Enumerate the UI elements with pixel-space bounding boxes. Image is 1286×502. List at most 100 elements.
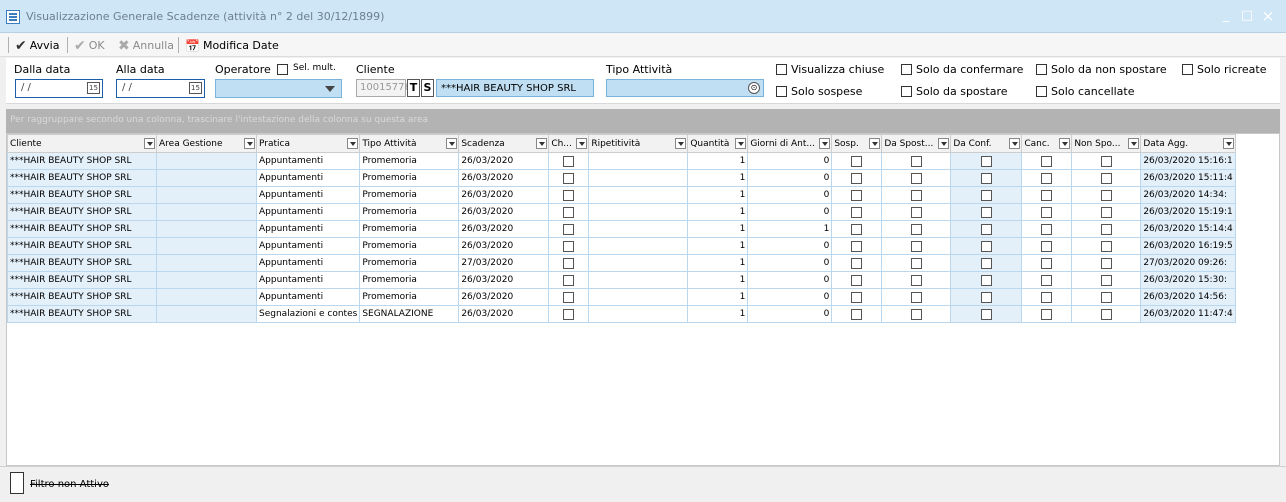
dalla-data-input[interactable]: / / 15: [15, 79, 103, 98]
table-cell-checkbox[interactable]: [548, 152, 590, 170]
table-cell[interactable]: [588, 254, 689, 272]
table-cell-checkbox[interactable]: [1021, 152, 1073, 170]
table-cell[interactable]: 1: [687, 220, 749, 238]
checkbox[interactable]: [563, 189, 575, 201]
chevron-down-icon[interactable]: [819, 138, 831, 149]
table-cell-checkbox[interactable]: [881, 186, 952, 204]
solo-sospese-checkbox[interactable]: [776, 86, 787, 97]
checkbox[interactable]: [910, 291, 922, 303]
table-cell[interactable]: [156, 254, 257, 272]
column-header[interactable]: Canc.: [1021, 134, 1073, 153]
chevron-down-icon[interactable]: [536, 138, 548, 149]
checkbox[interactable]: [563, 240, 575, 252]
table-cell[interactable]: Appuntamenti: [255, 220, 361, 238]
table-cell-checkbox[interactable]: [831, 237, 883, 255]
solo-da-non-spostare-option[interactable]: Solo da non spostare: [1036, 63, 1167, 76]
checkbox[interactable]: [910, 240, 922, 252]
table-row[interactable]: ***HAIR BEAUTY SHOP SRL Segnalazioni e co…: [7, 305, 1236, 323]
column-header[interactable]: Area Gestione: [156, 134, 257, 153]
table-cell-checkbox[interactable]: [548, 288, 590, 306]
table-cell[interactable]: 1: [687, 186, 749, 204]
checkbox[interactable]: [910, 155, 922, 167]
table-cell-checkbox[interactable]: [950, 271, 1023, 289]
operatore-select[interactable]: [215, 79, 342, 98]
checkbox[interactable]: [1041, 308, 1053, 320]
alla-data-input[interactable]: / / 15: [116, 79, 205, 98]
table-row[interactable]: ***HAIR BEAUTY SHOP SRL Appuntamenti Prome…: [7, 152, 1236, 170]
checkbox[interactable]: [980, 189, 992, 201]
solo-ricreate-checkbox[interactable]: [1182, 64, 1193, 75]
checkbox[interactable]: [1100, 172, 1112, 184]
solo-ricreate-option[interactable]: Solo ricreate: [1182, 63, 1267, 76]
table-row[interactable]: ***HAIR BEAUTY SHOP SRL Appuntamenti Prome…: [7, 254, 1236, 272]
table-cell-checkbox[interactable]: [1071, 152, 1142, 170]
checkbox[interactable]: [1041, 223, 1053, 235]
checkbox[interactable]: [851, 308, 863, 320]
chevron-down-icon[interactable]: [244, 138, 255, 149]
table-cell-checkbox[interactable]: [950, 220, 1023, 238]
checkbox[interactable]: [910, 257, 922, 269]
table-cell[interactable]: Promemoria: [359, 220, 460, 238]
cliente-code-field[interactable]: 10015776: [356, 79, 411, 97]
table-row[interactable]: ***HAIR BEAUTY SHOP SRL Appuntamenti Prome…: [7, 288, 1236, 306]
maximize-button[interactable]: □: [1239, 8, 1255, 24]
table-cell-checkbox[interactable]: [1071, 237, 1142, 255]
table-cell[interactable]: Appuntamenti: [255, 288, 361, 306]
column-header[interactable]: Cliente: [7, 134, 157, 153]
table-cell[interactable]: Appuntamenti: [255, 152, 361, 170]
table-cell[interactable]: 0: [747, 288, 833, 306]
table-row[interactable]: ***HAIR BEAUTY SHOP SRL Appuntamenti Prome…: [7, 186, 1236, 204]
table-cell[interactable]: 0: [747, 186, 833, 204]
table-cell[interactable]: 26/03/2020: [458, 203, 550, 221]
column-header[interactable]: Pratica: [255, 134, 361, 153]
table-cell[interactable]: Promemoria: [359, 186, 460, 204]
table-cell[interactable]: 26/03/2020 15:14:4: [1140, 220, 1236, 238]
table-cell[interactable]: 27/03/2020 09:26:: [1140, 254, 1236, 272]
table-cell[interactable]: 0: [747, 203, 833, 221]
avvia-button[interactable]: ✔ Avvia: [15, 37, 59, 54]
table-cell[interactable]: [156, 271, 257, 289]
table-cell[interactable]: 26/03/2020: [458, 220, 550, 238]
column-header[interactable]: Da Conf.: [950, 134, 1023, 153]
table-cell[interactable]: [156, 186, 257, 204]
chevron-down-icon[interactable]: [1128, 138, 1140, 149]
checkbox[interactable]: [851, 240, 863, 252]
table-cell-checkbox[interactable]: [548, 271, 590, 289]
checkbox[interactable]: [851, 274, 863, 286]
sel-mult-checkbox[interactable]: [277, 64, 288, 75]
checkbox[interactable]: [1100, 274, 1112, 286]
table-cell-checkbox[interactable]: [881, 305, 952, 323]
checkbox[interactable]: [563, 206, 575, 218]
table-cell-checkbox[interactable]: [1021, 288, 1073, 306]
table-cell[interactable]: 26/03/2020: [458, 305, 550, 323]
table-cell-checkbox[interactable]: [548, 305, 590, 323]
modifica-date-button[interactable]: 📅 Modifica Date: [185, 37, 279, 54]
table-cell[interactable]: 26/03/2020: [458, 271, 550, 289]
table-cell-checkbox[interactable]: [831, 186, 883, 204]
checkbox[interactable]: [1100, 308, 1112, 320]
table-cell[interactable]: [588, 305, 689, 323]
table-cell-checkbox[interactable]: [950, 203, 1023, 221]
solo-da-spostare-checkbox[interactable]: [901, 86, 912, 97]
checkbox[interactable]: [1100, 223, 1112, 235]
checkbox[interactable]: [980, 274, 992, 286]
table-cell[interactable]: ***HAIR BEAUTY SHOP SRL: [7, 203, 157, 221]
checkbox[interactable]: [1100, 206, 1112, 218]
checkbox[interactable]: [851, 291, 863, 303]
table-cell[interactable]: 26/03/2020: [458, 237, 550, 255]
visualizza-chiuse-checkbox[interactable]: [776, 64, 787, 75]
checkbox[interactable]: [1100, 240, 1112, 252]
column-header[interactable]: Da Spost...: [881, 134, 952, 153]
table-cell-checkbox[interactable]: [1021, 220, 1073, 238]
table-cell[interactable]: [588, 186, 689, 204]
checkbox[interactable]: [980, 291, 992, 303]
checkbox[interactable]: [563, 291, 575, 303]
checkbox[interactable]: [563, 223, 575, 235]
chevron-down-icon[interactable]: [869, 138, 881, 149]
table-cell-checkbox[interactable]: [1021, 186, 1073, 204]
table-cell[interactable]: 26/03/2020 15:16:1: [1140, 152, 1236, 170]
checkbox[interactable]: [910, 172, 922, 184]
calendar-icon[interactable]: 15: [189, 82, 202, 94]
table-cell-checkbox[interactable]: [950, 186, 1023, 204]
calendar-icon[interactable]: 15: [87, 82, 100, 94]
